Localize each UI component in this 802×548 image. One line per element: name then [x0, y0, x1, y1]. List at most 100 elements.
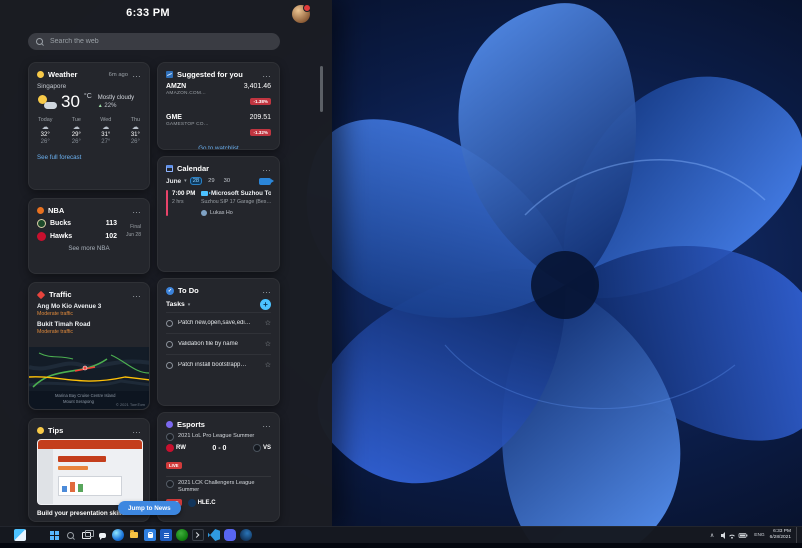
stocks-widget[interactable]: Suggested for you … AMZN AMAZON.COM… 3,4…: [157, 62, 280, 150]
join-meeting-camera-icon[interactable]: [259, 177, 274, 185]
go-to-watchlist-link[interactable]: Go to watchlist: [166, 145, 271, 149]
cloud-icon: ☁: [41, 124, 49, 131]
vs-team-logo-icon: [252, 444, 261, 452]
tray-overflow-chevron-icon[interactable]: ∧: [710, 532, 714, 539]
lck-logo-icon: [166, 480, 174, 488]
calendar-icon: [166, 165, 173, 172]
route-row[interactable]: Bukit Timah Road Moderate traffic: [37, 321, 141, 335]
task-row[interactable]: Patch install bootstrapp… ☆: [166, 354, 271, 375]
traffic-map[interactable]: Marina Bay Cruise Centre Island Mount Se…: [29, 347, 149, 409]
panel-clock: 6:33 PM: [126, 7, 170, 19]
widget-menu-button[interactable]: …: [262, 164, 271, 173]
task-view-icon[interactable]: [80, 529, 94, 541]
panel-scrollbar[interactable]: [320, 66, 323, 112]
edge-icon[interactable]: [112, 529, 124, 541]
route-row[interactable]: Ang Mo Kio Avenue 3 Moderate traffic: [37, 303, 141, 317]
vscode-icon[interactable]: [208, 529, 220, 541]
chat-icon[interactable]: [96, 529, 108, 541]
cloud-icon: ☁: [131, 124, 139, 131]
forecast-day: Wed ☁ 31° 27°: [100, 117, 112, 145]
task-checkbox[interactable]: [166, 340, 173, 348]
team-score: 113: [105, 220, 117, 227]
day-chip-selected[interactable]: 28: [189, 177, 203, 185]
todo-title: To Do: [178, 286, 199, 295]
search-taskbar-icon[interactable]: [64, 529, 76, 541]
star-icon[interactable]: ☆: [265, 319, 271, 327]
widget-menu-button[interactable]: …: [132, 426, 141, 435]
day-chip[interactable]: 29: [205, 177, 217, 185]
steam-icon[interactable]: [240, 529, 252, 541]
forecast-day: Tue ☁ 29° 26°: [71, 117, 81, 145]
match-score: 0 - 0: [212, 444, 227, 452]
match-row[interactable]: RW 0 - 0 VS: [166, 444, 271, 452]
widget-menu-button[interactable]: …: [262, 70, 271, 79]
widget-menu-button[interactable]: …: [262, 420, 271, 429]
search-input[interactable]: [48, 37, 272, 46]
task-row[interactable]: Validation file by name ☆: [166, 333, 271, 354]
stock-name: GAMESTOP CO…: [166, 122, 209, 127]
lpl-logo-icon: [166, 433, 174, 441]
stock-row[interactable]: AMZN AMAZON.COM… 3,401.46 -1.38%: [166, 83, 271, 108]
match-row[interactable]: LIVE HLE.C: [166, 498, 271, 507]
event-time: 7:00 PM: [172, 190, 196, 197]
stock-change-badge: -1.38%: [250, 98, 271, 105]
event-location: Suzhou SIP 17 Garage (Bes…: [201, 199, 271, 205]
league-row[interactable]: 2021 LoL Pro League Summer: [166, 433, 271, 441]
todo-widget[interactable]: ✓ To Do … Tasks ▾ + Patch new,open,save,…: [157, 278, 280, 406]
calendar-widget[interactable]: Calendar … June ▾ 28 29 30 7:00 PM 2 hrs…: [157, 156, 280, 272]
calendar-event[interactable]: 7:00 PM 2 hrs Microsoft Suzhou Toa… Suzh…: [166, 190, 271, 216]
esports-icon: [166, 421, 173, 428]
attendee-avatar: [201, 210, 207, 216]
task-list-dropdown[interactable]: Tasks: [166, 301, 185, 308]
word-icon[interactable]: [160, 529, 172, 541]
tips-title: Tips: [48, 426, 64, 435]
star-icon[interactable]: ☆: [265, 340, 271, 348]
star-icon[interactable]: ☆: [265, 361, 271, 369]
task-checkbox[interactable]: [166, 319, 173, 327]
bucks-logo-icon: [37, 219, 46, 228]
stock-row[interactable]: GME GAMESTOP CO… 209.51 -1.32%: [166, 114, 271, 139]
team-name: Hawks: [50, 233, 73, 240]
xbox-icon[interactable]: [176, 529, 188, 541]
cloud-icon: ☁: [102, 124, 110, 131]
widget-menu-button[interactable]: …: [132, 290, 141, 299]
task-checkbox[interactable]: [166, 361, 173, 369]
calendar-month[interactable]: June: [166, 178, 181, 185]
see-full-forecast-link[interactable]: See full forecast: [37, 154, 141, 161]
nba-widget[interactable]: NBA … Bucks 113 Hawks 102 Final Jun 28 S…: [28, 198, 150, 274]
event-attendee: Lukas Ho: [210, 210, 233, 216]
widgets-button-icon[interactable]: [14, 529, 26, 541]
start-button-icon[interactable]: [48, 529, 60, 541]
weather-condition: Mostly cloudy: [97, 94, 135, 101]
stock-change-badge: -1.32%: [250, 129, 271, 136]
weather-location: Singapore: [37, 83, 67, 90]
input-language-indicator[interactable]: ENG: [754, 533, 764, 538]
tray-status-icons[interactable]: [719, 531, 749, 540]
terminal-icon[interactable]: [192, 529, 204, 541]
day-chip[interactable]: 30: [221, 177, 233, 185]
cloud-icon: ☁: [72, 124, 80, 131]
stocks-title: Suggested for you: [177, 70, 243, 79]
tray-clock[interactable]: 6:33 PM 6/28/2021: [770, 529, 791, 541]
widget-menu-button[interactable]: …: [132, 206, 141, 215]
see-more-nba-link[interactable]: See more NBA: [37, 245, 141, 252]
weather-widget[interactable]: Weather 6m ago … Singapore 30 °C Mostly …: [28, 62, 150, 190]
widget-menu-button[interactable]: …: [262, 286, 271, 295]
jump-to-news-button[interactable]: Jump to News: [118, 501, 181, 515]
divider: [166, 476, 271, 477]
traffic-widget[interactable]: Traffic … Ang Mo Kio Avenue 3 Moderate t…: [28, 282, 150, 410]
widget-menu-button[interactable]: …: [132, 70, 141, 79]
traffic-title: Traffic: [49, 290, 72, 299]
league-row[interactable]: 2021 LCK Challengers League Summer: [166, 480, 271, 495]
user-avatar[interactable]: [292, 4, 311, 23]
show-desktop-button[interactable]: [796, 527, 799, 543]
task-row[interactable]: Patch new,open,save,edi… ☆: [166, 312, 271, 333]
store-icon[interactable]: [144, 529, 156, 541]
file-explorer-icon[interactable]: [128, 529, 140, 541]
tips-thumbnail: [37, 439, 143, 505]
add-task-button[interactable]: +: [260, 299, 271, 310]
search-bar[interactable]: [28, 33, 280, 50]
basketball-icon: [37, 207, 44, 214]
discord-icon[interactable]: [224, 529, 236, 541]
map-attribution: © 2021 TomTom: [115, 402, 145, 407]
